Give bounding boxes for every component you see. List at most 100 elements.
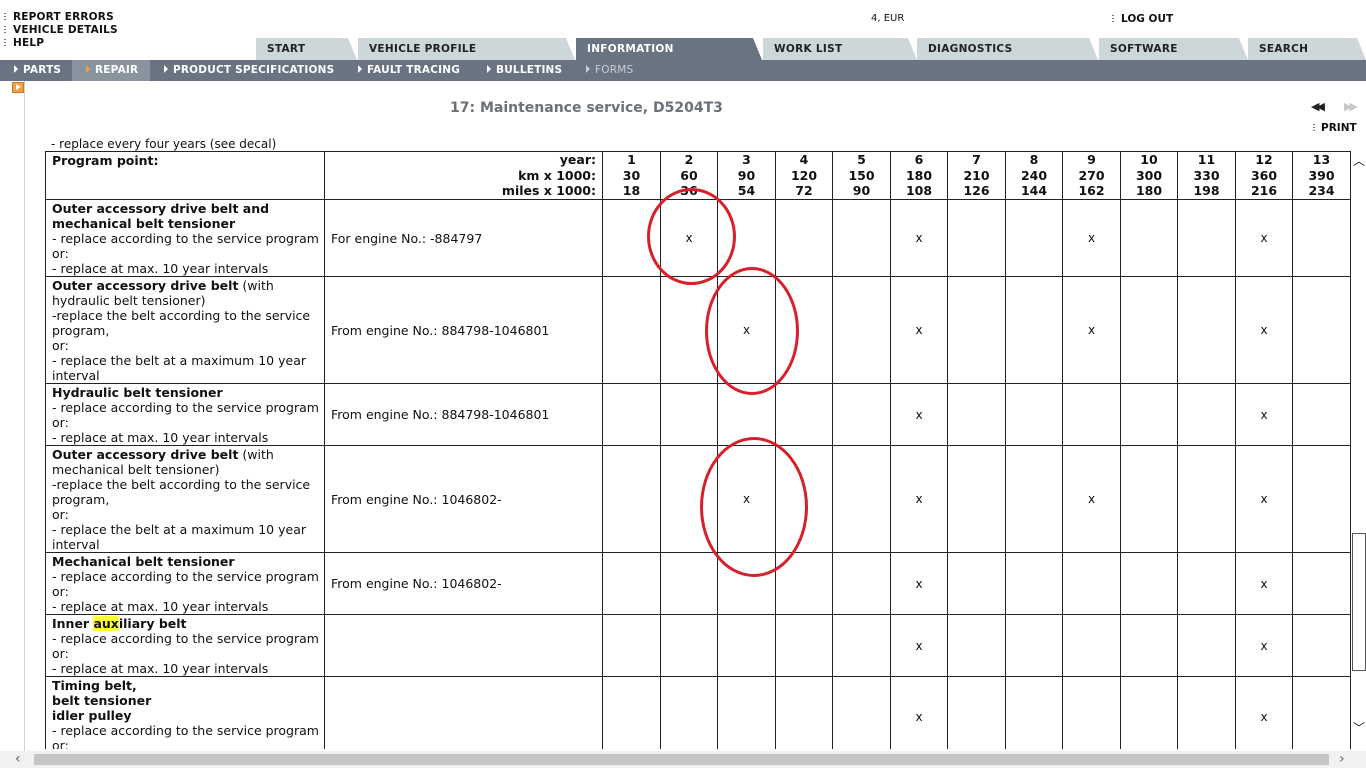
- description-text: or:: [52, 584, 69, 599]
- description-line: hydraulic belt tensioner): [52, 293, 319, 308]
- engine-number-range: From engine No.: 884798-1046801: [324, 383, 603, 446]
- report-errors-link[interactable]: REPORT ERRORS: [4, 11, 118, 24]
- description-line: - replace according to the service progr…: [52, 400, 319, 415]
- horizontal-scroll-thumb[interactable]: [34, 754, 1329, 765]
- grip-icon: [4, 13, 6, 20]
- market-indicator: 4, EUR: [871, 13, 905, 24]
- service-mark-cell: [1062, 676, 1121, 749]
- interval-km: 210: [963, 167, 990, 183]
- report-errors-label: REPORT ERRORS: [13, 11, 114, 23]
- vehicle-details-label: VEHICLE DETAILS: [13, 24, 118, 36]
- subnav-product-specifications[interactable]: PRODUCT SPECIFICATIONS: [164, 60, 334, 81]
- service-mark-cell: x: [890, 445, 948, 553]
- service-mark-cell: [602, 552, 661, 615]
- interval-km: 150: [848, 167, 875, 183]
- scroll-up-icon[interactable]: ︿: [1353, 152, 1365, 169]
- description-line: - replace according to the service progr…: [52, 631, 319, 646]
- description-text: or:: [52, 338, 69, 353]
- description-line: - replace at max. 10 year intervals: [52, 430, 319, 445]
- service-mark-cell: [1177, 676, 1236, 749]
- description-line: or:: [52, 246, 319, 261]
- service-mark-cell: x: [1235, 445, 1293, 553]
- scroll-right-icon[interactable]: ›: [1339, 751, 1345, 767]
- print-link[interactable]: PRINT: [1313, 122, 1357, 134]
- description-line: - replace according to the service progr…: [52, 569, 319, 584]
- grip-icon: [4, 26, 6, 33]
- engine-number-range: [324, 676, 603, 749]
- tab-search[interactable]: SEARCH: [1248, 38, 1366, 60]
- tab-information[interactable]: INFORMATION: [576, 38, 762, 60]
- tab-start[interactable]: START: [256, 38, 357, 60]
- service-mark-cell: [660, 552, 718, 615]
- description-line: or:: [52, 415, 319, 430]
- description-line: - replace according to the service progr…: [52, 723, 319, 738]
- description-line: program,: [52, 492, 319, 507]
- tab-vehicle-profile[interactable]: VEHICLE PROFILE: [358, 38, 575, 60]
- table-row: Timing belt, belt tensioner idler pulley - …: [45, 676, 1351, 749]
- vertical-scrollbar[interactable]: ︿ ﹀: [1351, 152, 1366, 749]
- subnav-fault-tracing[interactable]: FAULT TRACING: [358, 60, 460, 81]
- interval-column-header: 10 300 180: [1120, 151, 1178, 200]
- description-line: interval: [52, 537, 319, 552]
- service-mark-cell: [1120, 614, 1178, 677]
- vertical-scroll-thumb[interactable]: [1352, 533, 1366, 671]
- service-mark-cell: [947, 383, 1006, 446]
- subnav-parts[interactable]: PARTS: [14, 60, 61, 81]
- subnav-repair[interactable]: REPAIR: [72, 60, 150, 81]
- description-text: -replace the belt according to the servi…: [52, 477, 311, 492]
- subnav-product-specifications-label: PRODUCT SPECIFICATIONS: [173, 64, 335, 76]
- previous-page-icon[interactable]: ◀◀: [1311, 100, 1325, 113]
- service-mark-cell: [1005, 552, 1063, 615]
- program-point-description: Outer accessory drive belt (with hydrauli…: [45, 276, 325, 384]
- header-miles-label: miles x 1000:: [501, 183, 596, 199]
- service-mark-cell: [832, 676, 891, 749]
- interval-column-header: 1 30 18: [602, 151, 661, 200]
- scroll-left-icon[interactable]: ‹: [15, 751, 21, 767]
- tab-diagnostics[interactable]: DIAGNOSTICS: [917, 38, 1098, 60]
- service-mark-cell: [832, 445, 891, 553]
- interval-column-header: 6 180 108: [890, 151, 948, 200]
- horizontal-scrollbar[interactable]: ‹ ›: [0, 751, 1366, 768]
- description-text: - replace according to the service progr…: [52, 569, 319, 584]
- engine-number-range: For engine No.: -884797: [324, 199, 603, 277]
- program-point-description: Mechanical belt tensioner - replace accor…: [45, 552, 325, 615]
- vehicle-details-link[interactable]: VEHICLE DETAILS: [4, 24, 118, 37]
- app-window: REPORT ERRORS VEHICLE DETAILS HELP 4, EU…: [0, 0, 1366, 768]
- description-text: program,: [52, 492, 110, 507]
- interval-years: 4: [799, 152, 809, 168]
- description-line: or:: [52, 338, 319, 353]
- tab-work-list[interactable]: WORK LIST: [763, 38, 917, 60]
- service-mark-cell: [1120, 199, 1178, 277]
- service-mark-cell: [717, 614, 776, 677]
- engine-number-range: From engine No.: 884798-1046801: [324, 276, 603, 384]
- header-km-label: km x 1000:: [518, 167, 596, 183]
- interval-km: 180: [905, 167, 933, 183]
- subnav-bulletins[interactable]: BULLETINS: [487, 60, 562, 81]
- interval-years: 11: [1197, 152, 1216, 168]
- service-mark-cell: [660, 383, 718, 446]
- tab-software[interactable]: SOFTWARE: [1099, 38, 1248, 60]
- interval-miles: 180: [1135, 183, 1163, 199]
- service-mark-cell: x: [1235, 614, 1293, 677]
- service-mark-cell: x: [890, 276, 948, 384]
- grip-icon: [1313, 124, 1315, 131]
- service-mark-cell: [947, 552, 1006, 615]
- logout-link[interactable]: LOG OUT: [1112, 13, 1173, 25]
- service-mark-cell: [1062, 614, 1121, 677]
- interval-years: 1: [627, 152, 636, 168]
- expand-panel-icon[interactable]: [12, 82, 24, 93]
- main-tabs: START VEHICLE PROFILE INFORMATION WORK L…: [0, 38, 1366, 60]
- scroll-down-icon[interactable]: ﹀: [1353, 719, 1365, 736]
- interval-years: 6: [914, 152, 924, 168]
- interval-miles: 144: [1020, 183, 1048, 199]
- description-line: idler pulley: [52, 708, 319, 723]
- service-mark-cell: [947, 614, 1006, 677]
- interval-km: 390: [1308, 167, 1335, 183]
- table-row: Hydraulic belt tensioner - replace accord…: [45, 383, 1351, 446]
- interval-km: 360: [1250, 167, 1278, 183]
- service-mark-cell: x: [1062, 445, 1121, 553]
- description-text: hydraulic belt tensioner): [52, 293, 206, 308]
- interval-km: 120: [790, 167, 818, 183]
- description-text-rest: (with: [238, 278, 274, 293]
- service-mark-cell: [1177, 445, 1236, 553]
